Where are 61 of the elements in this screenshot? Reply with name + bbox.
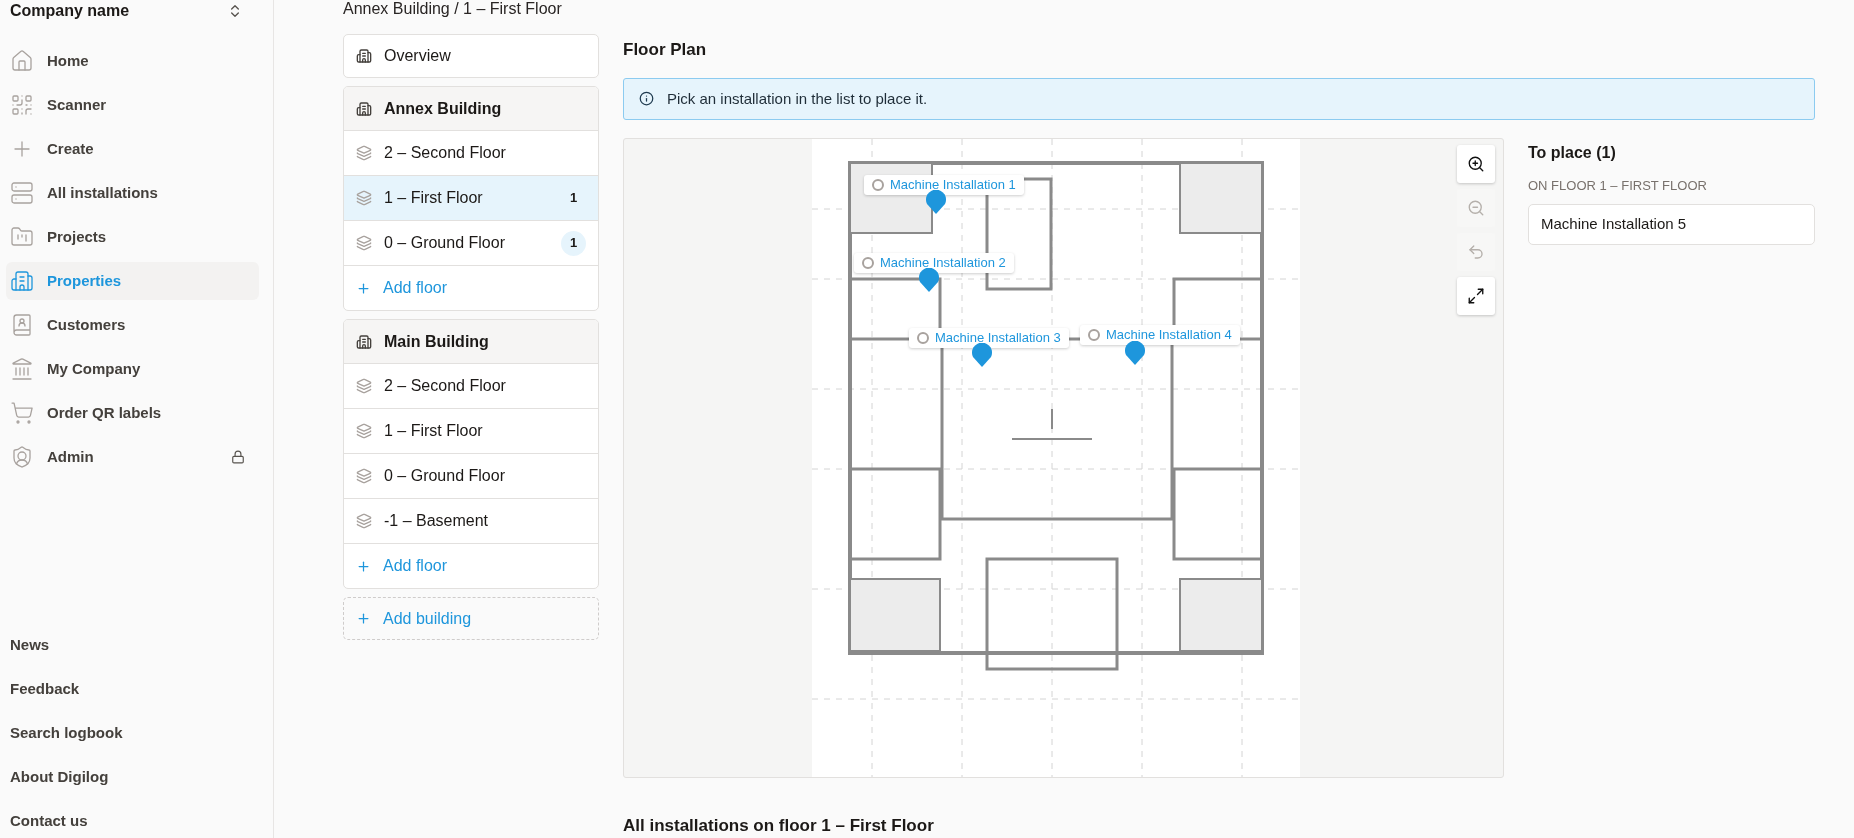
nav-item[interactable]: Admin (6, 438, 259, 476)
section-title: All installations on floor 1 – First Floor (623, 814, 935, 837)
footer-link[interactable]: Contact us (10, 809, 267, 832)
installation-item[interactable]: Machine Installation 5 (1528, 204, 1815, 245)
plus-icon (356, 611, 371, 626)
shield-user-icon (10, 445, 34, 469)
company-switcher[interactable]: Company name (6, 0, 267, 22)
nav-item[interactable]: Projects (6, 218, 259, 256)
footer-link[interactable]: About Digilog (10, 765, 267, 788)
footer-link[interactable]: News (10, 633, 267, 656)
count-badge: 1 (561, 230, 586, 256)
layers-icon (356, 190, 372, 206)
building-icon (356, 100, 372, 117)
nav-item[interactable]: Customers (6, 306, 259, 344)
cart-icon (10, 401, 34, 425)
plus-icon (356, 280, 371, 296)
building-icon (356, 333, 372, 350)
footer-link[interactable]: Feedback (10, 677, 267, 700)
zoom-out-icon (1467, 198, 1485, 217)
map-pin-icon[interactable] (925, 189, 947, 214)
map-pin-icon[interactable] (1124, 340, 1146, 365)
layers-icon (356, 423, 372, 439)
info-alert: Pick an installation in the list to place it. (623, 78, 1815, 120)
breadcrumb: Annex Building / 1 – First Floor (343, 0, 563, 18)
building-icon (10, 269, 34, 293)
panel-subtitle: ON FLOOR 1 – FIRST FLOOR (1528, 176, 1708, 195)
layers-icon (356, 235, 372, 251)
zoom-in-button[interactable] (1457, 144, 1495, 183)
nav-item[interactable]: Order QR labels (6, 394, 259, 432)
info-icon (639, 91, 654, 107)
expand-icon (1467, 286, 1485, 305)
bank-icon (10, 357, 34, 381)
server-icon (10, 181, 34, 205)
layers-icon (356, 145, 372, 161)
building-header[interactable]: Main Building (344, 320, 598, 364)
qr-code-icon (10, 93, 34, 117)
building-header[interactable]: Annex Building (344, 87, 598, 131)
layers-icon (356, 378, 372, 394)
contact-book-icon (10, 313, 34, 337)
panel-title: To place (1) (1528, 142, 1617, 163)
layers-icon (356, 468, 372, 484)
count-label: 1 (568, 189, 579, 208)
nav-item[interactable]: All installations (6, 174, 259, 212)
section-title: Floor Plan (623, 39, 708, 59)
fullscreen-button[interactable] (1457, 276, 1495, 315)
zoom-in-icon (1467, 154, 1485, 173)
folder-icon (10, 225, 34, 249)
undo-icon (1467, 242, 1485, 261)
nav-item[interactable]: Home (6, 42, 259, 80)
layers-icon (356, 513, 372, 529)
map-pin-icon[interactable] (971, 342, 993, 367)
building-icon (356, 48, 372, 64)
plus-icon (356, 558, 371, 574)
nav-item[interactable]: Scanner (6, 86, 259, 124)
overview-item[interactable]: Overview (343, 34, 599, 78)
floor-item[interactable]: 1 – First Floor 1 (344, 176, 598, 221)
footer-link[interactable]: Search logbook (10, 721, 267, 744)
map-pin-icon[interactable] (918, 267, 940, 292)
nav-item[interactable]: My Company (6, 350, 259, 388)
home-icon (10, 49, 34, 73)
nav-item[interactable]: Create (6, 130, 259, 168)
